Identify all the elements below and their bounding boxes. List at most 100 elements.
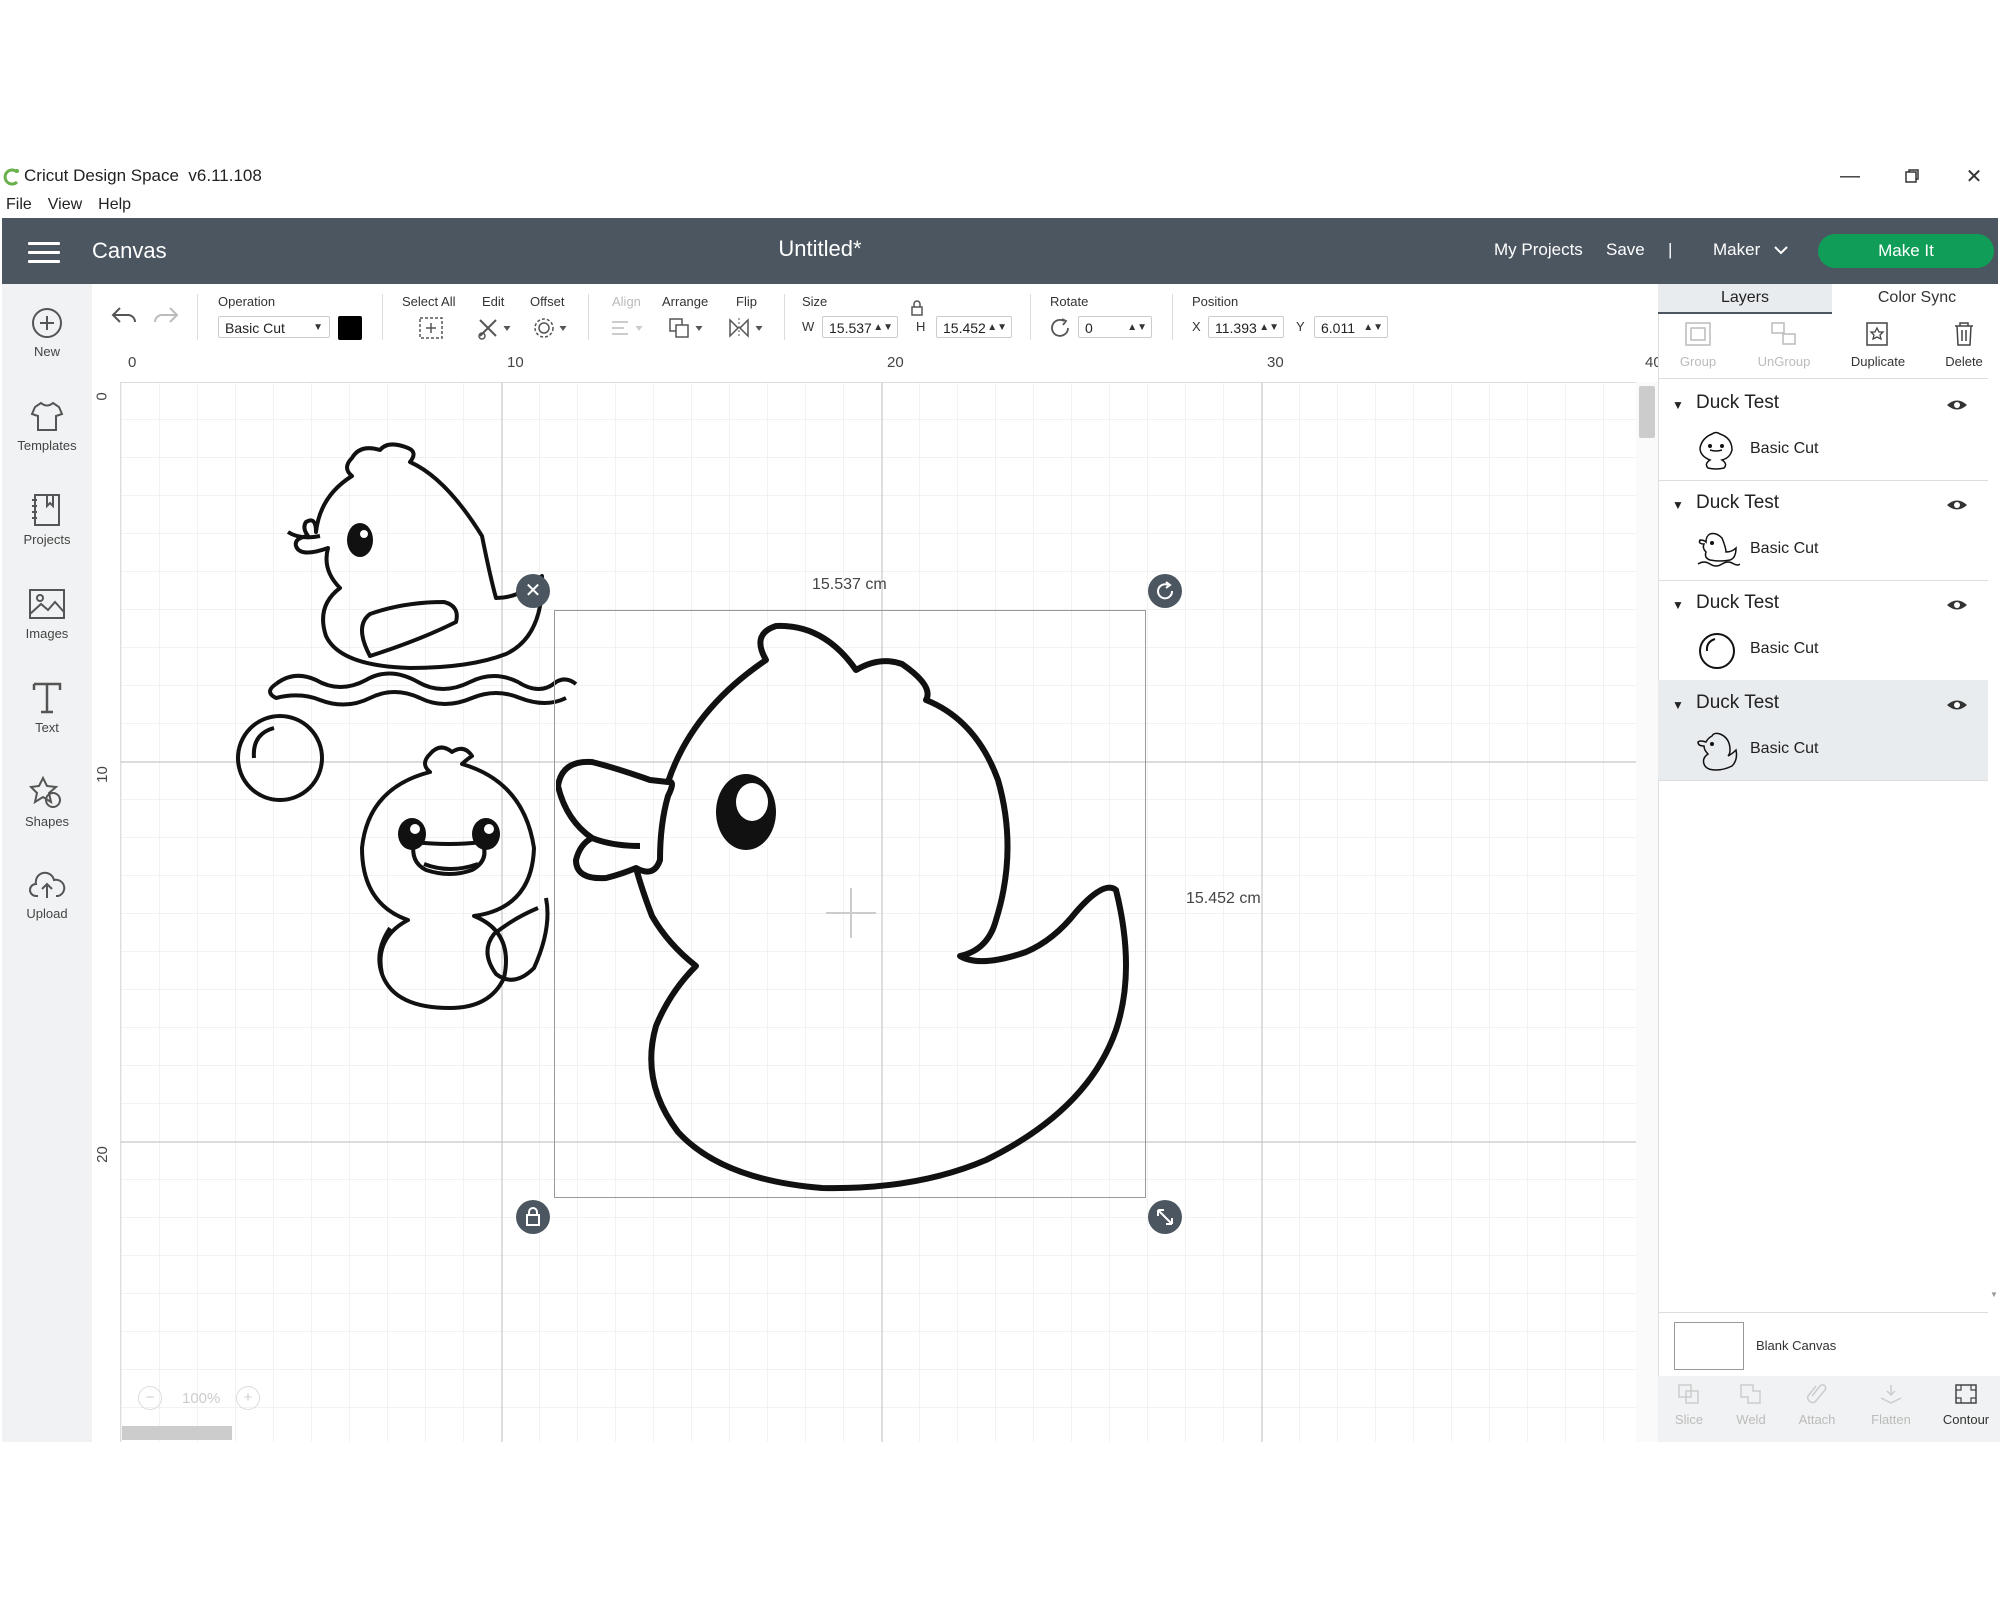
my-projects-link[interactable]: My Projects <box>1494 240 1583 260</box>
operation-color-swatch[interactable] <box>338 316 362 340</box>
shapes-icon <box>29 775 61 808</box>
toolbar-divider <box>1172 294 1173 340</box>
tool-label: UnGroup <box>1757 354 1811 369</box>
width-value: 15.537 <box>829 320 872 336</box>
nav-templates[interactable]: Templates <box>2 398 92 453</box>
layer-group[interactable]: ▼ Duck Test Basic Cut <box>1658 380 1988 481</box>
position-label: Position <box>1192 294 1239 309</box>
duck-side-artwork[interactable] <box>556 610 1148 1198</box>
stepper-icon[interactable]: ▲▼ <box>1363 317 1383 339</box>
layer-operation: Basic Cut <box>1750 540 1819 557</box>
canvas-label: Canvas <box>92 238 167 263</box>
lock-handle-icon[interactable] <box>516 1200 550 1234</box>
operation-select[interactable]: Basic Cut ▼ <box>218 316 330 338</box>
tool-label: Contour <box>1942 1412 1990 1427</box>
menu-bar: File View Help <box>0 192 131 218</box>
arrange-label: Arrange <box>662 294 709 309</box>
duplicate-button[interactable]: Duplicate <box>1838 320 1918 369</box>
collapse-arrow-icon[interactable]: ▼ <box>1672 698 1684 712</box>
machine-label: Maker <box>1713 240 1761 259</box>
layer-operation: Basic Cut <box>1750 640 1819 657</box>
slice-button: Slice <box>1654 1382 1724 1427</box>
nav-new[interactable]: New <box>2 306 92 359</box>
document-title: Untitled* <box>778 236 862 261</box>
menu-help[interactable]: Help <box>98 192 131 218</box>
rotate-input[interactable]: 0 ▲▼ <box>1078 316 1152 338</box>
eye-icon[interactable] <box>1946 498 1968 512</box>
horizontal-scroll-thumb[interactable] <box>122 1426 232 1440</box>
nav-text[interactable]: Text <box>2 680 92 735</box>
panel-scroll-arrow-icon[interactable]: ▼ <box>1990 1290 1998 1299</box>
menu-file[interactable]: File <box>6 192 32 218</box>
stepper-icon[interactable]: ▲▼ <box>987 317 1007 339</box>
restore-icon[interactable] <box>1882 160 1942 192</box>
lock-icon[interactable] <box>910 300 924 316</box>
toolbar-divider <box>382 294 383 340</box>
header-divider: | <box>1668 240 1673 259</box>
nav-images[interactable]: Images <box>2 586 92 641</box>
offset-icon[interactable] <box>532 316 570 340</box>
edit-scissors-icon[interactable] <box>476 316 514 340</box>
collapse-arrow-icon[interactable]: ▼ <box>1672 398 1684 412</box>
save-link[interactable]: Save <box>1606 240 1645 260</box>
duck-front-artwork[interactable] <box>354 738 554 1016</box>
align-label: Align <box>612 294 641 309</box>
flip-icon[interactable] <box>726 316 766 340</box>
x-position-input[interactable]: 11.393 ▲▼ <box>1208 316 1284 338</box>
rotate-icon <box>1051 318 1069 337</box>
scroll-thumb[interactable] <box>1639 386 1655 438</box>
width-input[interactable]: 15.537 ▲▼ <box>822 316 898 338</box>
tab-layers[interactable]: Layers <box>1658 284 1832 314</box>
machine-select[interactable]: Maker <box>1713 240 1789 260</box>
undo-icon[interactable] <box>110 304 138 328</box>
minimize-icon[interactable]: — <box>1820 160 1880 192</box>
rotate-handle-icon[interactable] <box>1148 574 1182 608</box>
close-icon[interactable]: ✕ <box>1944 160 2000 192</box>
hamburger-menu-icon[interactable] <box>28 242 60 263</box>
eye-icon[interactable] <box>1946 598 1968 612</box>
tool-label: Group <box>1679 354 1717 369</box>
tab-color-sync[interactable]: Color Sync <box>1834 284 2000 312</box>
ruler-tick: 10 <box>507 354 524 371</box>
collapse-arrow-icon[interactable]: ▼ <box>1672 498 1684 512</box>
layer-group[interactable]: ▼ Duck Test Basic Cut <box>1658 480 1988 581</box>
eye-icon[interactable] <box>1946 698 1968 712</box>
app-title: Cricut Design Space v6.11.108 <box>24 166 262 186</box>
nav-shapes[interactable]: Shapes <box>2 774 92 829</box>
ungroup-button: UnGroup <box>1744 320 1824 369</box>
redo-icon[interactable] <box>152 304 180 328</box>
select-all-icon[interactable] <box>418 316 444 340</box>
stepper-icon[interactable]: ▲▼ <box>1127 317 1147 339</box>
zoom-out-icon[interactable]: − <box>138 1386 162 1410</box>
resize-handle-icon[interactable] <box>1148 1200 1182 1234</box>
nav-upload[interactable]: Upload <box>2 870 92 921</box>
stepper-icon[interactable]: ▲▼ <box>1259 317 1279 339</box>
bubble-artwork[interactable] <box>232 710 328 806</box>
nav-projects[interactable]: Projects <box>2 492 92 547</box>
zoom-in-icon[interactable]: + <box>236 1386 260 1410</box>
layer-group-selected[interactable]: ▼ Duck Test Basic Cut <box>1658 680 1988 781</box>
blank-canvas-swatch[interactable] <box>1674 1322 1744 1370</box>
nav-label: Shapes <box>24 814 70 829</box>
group-icon <box>1685 322 1711 346</box>
stepper-icon[interactable]: ▲▼ <box>873 317 893 339</box>
contour-button[interactable]: Contour <box>1932 1382 2000 1427</box>
collapse-arrow-icon[interactable]: ▼ <box>1672 598 1684 612</box>
height-input[interactable]: 15.452 ▲▼ <box>936 316 1012 338</box>
arrange-icon[interactable] <box>666 316 706 340</box>
delete-handle-icon[interactable]: ✕ <box>516 574 550 608</box>
delete-button[interactable]: Delete <box>1928 320 2000 369</box>
duck-side-icon <box>1697 732 1738 771</box>
ruler-tick: 0 <box>93 392 111 401</box>
menu-view[interactable]: View <box>48 192 82 218</box>
ruler-tick: 30 <box>1267 354 1284 371</box>
make-it-button[interactable]: Make It <box>1818 234 1994 268</box>
layer-group[interactable]: ▼ Duck Test Basic Cut <box>1658 580 1988 681</box>
y-position-input[interactable]: 6.011 ▲▼ <box>1314 316 1388 338</box>
nav-label: New <box>33 344 60 359</box>
eye-icon[interactable] <box>1946 398 1968 412</box>
ruler-vertical: 0 10 20 <box>92 382 121 1442</box>
size-label: Size <box>802 294 828 309</box>
vertical-scrollbar[interactable] <box>1636 382 1658 1442</box>
y-label: Y <box>1296 319 1305 334</box>
